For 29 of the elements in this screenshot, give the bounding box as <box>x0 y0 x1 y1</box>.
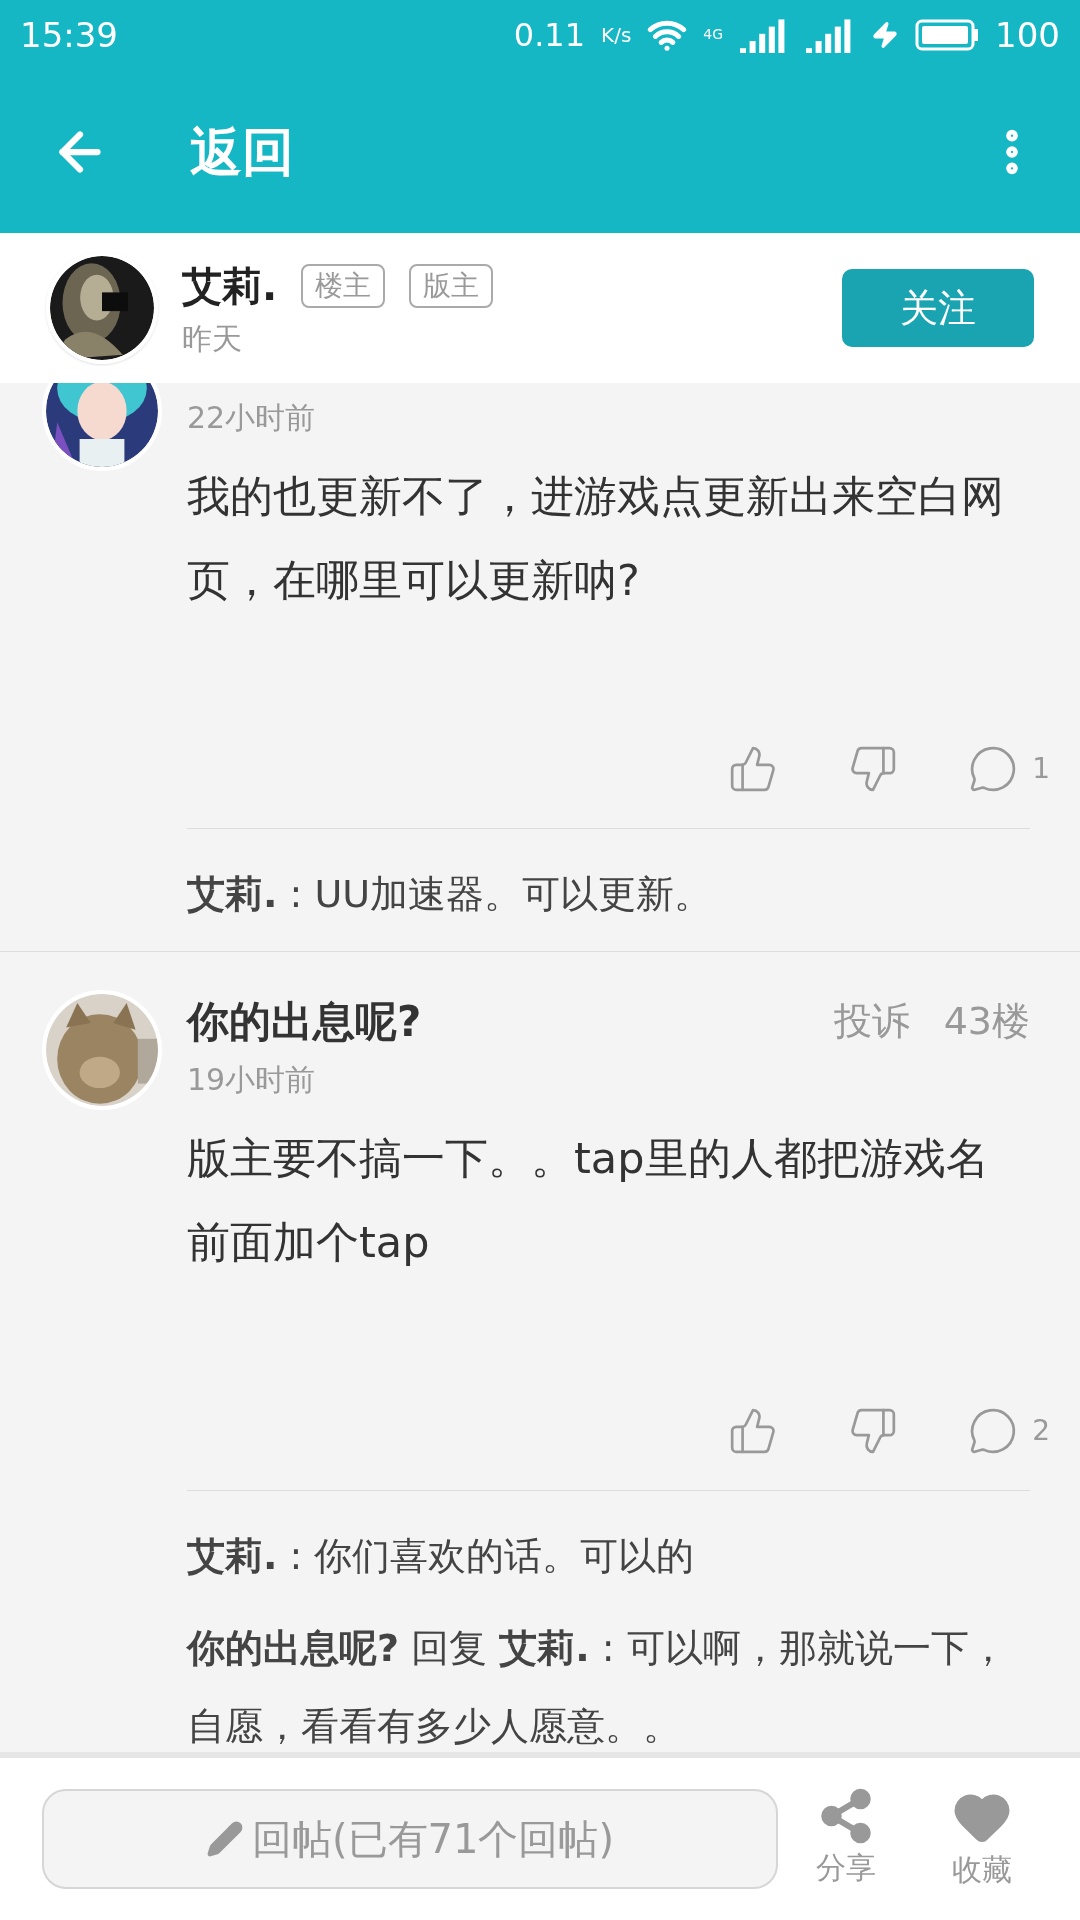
comment-count: 1 <box>1032 751 1050 787</box>
reply-text: 艾莉. : UU加速器。可以更新。 <box>187 871 714 918</box>
post-time: 22小时前 <box>187 399 317 437</box>
share-button[interactable]: 分享 <box>816 1786 876 1892</box>
comment-text: 我的也更新不了，进游戏点更新出来空白网页，在哪里可以更新呐? <box>187 470 1005 607</box>
floor-number: 43楼 <box>943 998 1030 1045</box>
back-title[interactable]: 返回 <box>190 112 984 191</box>
follow-button[interactable]: 关注 <box>842 269 1034 347</box>
reply-field[interactable]: 回帖(已有71个回帖) <box>42 1789 778 1889</box>
role-badge: 版主 <box>409 263 494 308</box>
reply-text: 艾莉. : 你们喜欢的话。可以的 <box>187 1533 696 1580</box>
battery-level: 100 <box>995 13 1060 57</box>
post-time: 19小时前 <box>187 1061 317 1099</box>
post-date: 昨天 <box>182 319 243 358</box>
author-name[interactable]: 艾莉. <box>182 255 278 316</box>
user-name[interactable]: 你的出息呢? <box>187 990 422 1053</box>
report-link[interactable]: 投诉 <box>833 993 910 1050</box>
reply-text: 你的出息呢? 回复 艾莉. : 可以啊，那就说一下，自愿，看看有多少人愿意。。 <box>187 1625 1008 1750</box>
network-type: 4G <box>703 24 724 44</box>
comment-count: 2 <box>1032 1413 1050 1449</box>
comment-text: 版主要不搞一下。。tap里的人都把游戏名前面加个tap <box>187 1132 990 1269</box>
battery-icon <box>915 19 980 51</box>
charging-icon <box>871 21 900 49</box>
favorite-button[interactable]: 收藏 <box>952 1786 1012 1892</box>
clock: 15:39 <box>20 13 118 57</box>
role-badge: 楼主 <box>301 263 386 308</box>
network-speed: 0.11 <box>513 15 586 56</box>
pencil-icon <box>205 1820 244 1858</box>
speed-unit: K/s <box>601 22 632 49</box>
